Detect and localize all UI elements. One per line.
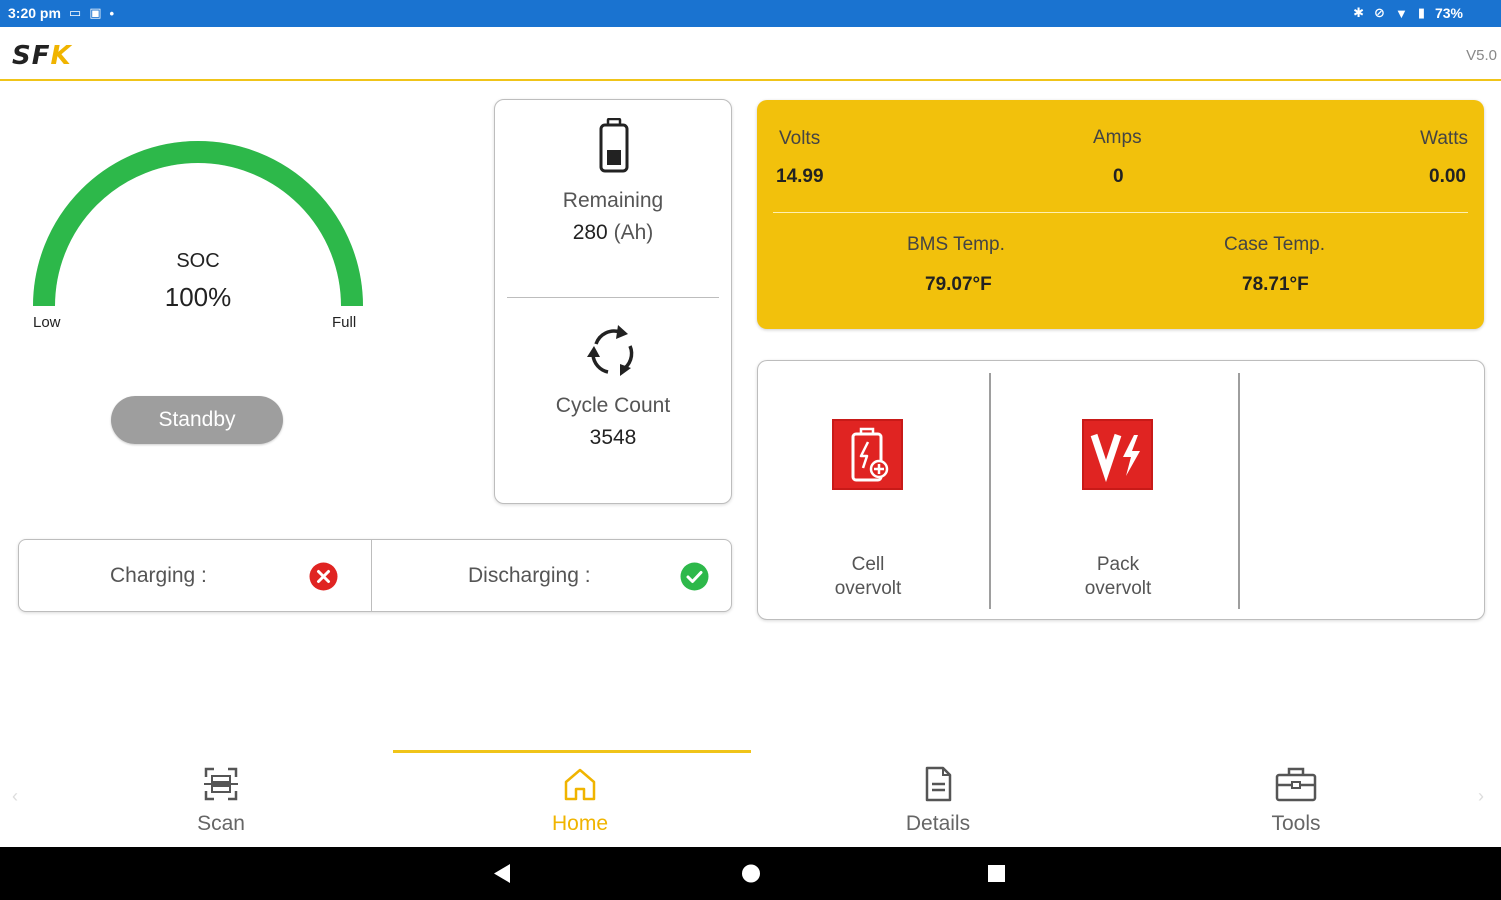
home-circle-icon[interactable] xyxy=(721,847,781,900)
tab-scan-label: Scan xyxy=(197,812,245,835)
cycle-count-label: Cycle Count xyxy=(555,394,671,417)
standby-button[interactable]: Standby xyxy=(111,396,283,444)
discharging-ok-check-icon xyxy=(680,562,709,591)
home-icon xyxy=(564,768,596,801)
wifi-icon: ▼ xyxy=(1394,5,1408,21)
amps-label: Amps xyxy=(1093,127,1142,148)
volts-value: 14.99 xyxy=(776,166,824,187)
charging-label: Charging : xyxy=(110,564,207,587)
tab-tools-label: Tools xyxy=(1271,812,1321,835)
nfc-icon: ⊘ xyxy=(1374,5,1385,20)
remaining-label: Remaining xyxy=(562,189,664,212)
tab-details-label: Details xyxy=(905,812,971,835)
gauge-low-label: Low xyxy=(33,314,61,331)
gauge-full-label: Full xyxy=(332,314,357,331)
remaining-value: 280 (Ah) xyxy=(572,221,654,244)
bluetooth-icon: ✱ xyxy=(1353,5,1365,20)
pack-overvolt-label: Pack overvolt xyxy=(1084,554,1152,599)
nav-scroll-left-icon[interactable]: ‹ xyxy=(12,786,18,807)
amps-value: 0 xyxy=(1113,166,1124,187)
sfk-logo: SFK xyxy=(12,41,72,71)
battery-percent: 73% xyxy=(1434,5,1463,21)
tab-details[interactable]: Details xyxy=(838,765,1038,836)
alarm-divider-1 xyxy=(989,373,991,609)
soc-value: 100% xyxy=(164,282,232,312)
alarms-card: Cell overvolt Pack overvolt xyxy=(757,360,1485,620)
toolbox-icon xyxy=(1275,767,1317,802)
status-bar: 3:20 pm ▭ ▣ • ✱ ⊘ ▼ ▮ 73% xyxy=(0,0,1501,27)
tab-scan[interactable]: Scan xyxy=(121,765,321,836)
battery-status-icon: ▮ xyxy=(1417,5,1425,20)
app-version: V5.0 xyxy=(1466,47,1497,64)
back-icon[interactable] xyxy=(472,847,532,900)
details-icon xyxy=(925,766,952,802)
soc-title: SOC xyxy=(176,250,220,272)
case-temp-value: 78.71°F xyxy=(1242,274,1309,295)
cycle-count-icon xyxy=(587,325,634,376)
tab-home-label: Home xyxy=(551,812,609,835)
discharging-label: Discharging : xyxy=(468,564,591,587)
bms-temp-label: BMS Temp. xyxy=(907,234,1005,255)
watts-label: Watts xyxy=(1420,128,1468,149)
capacity-card: Remaining 280 (Ah) Cycle Count 3548 xyxy=(494,99,732,504)
electrical-metrics-card: Volts 14.99 Amps 0 Watts 0.00 BMS Temp. … xyxy=(757,100,1484,329)
card-divider xyxy=(507,297,719,298)
more-notifications-icon: • xyxy=(109,5,115,21)
charge-status-divider xyxy=(371,540,372,611)
pack-overvolt-icon[interactable] xyxy=(1082,419,1153,490)
notification-icon-2: ▣ xyxy=(89,5,102,20)
cell-overvolt-label: Cell overvolt xyxy=(834,554,902,599)
cell-overvolt-icon[interactable] xyxy=(832,419,903,490)
tab-home[interactable]: Home xyxy=(480,765,680,836)
watts-value: 0.00 xyxy=(1429,166,1466,187)
tab-tools[interactable]: Tools xyxy=(1196,765,1396,836)
cycle-count-value: 3548 xyxy=(589,426,637,449)
app-header: SFK V5.0 xyxy=(0,27,1501,81)
alarm-divider-2 xyxy=(1238,373,1240,609)
system-navigation-bar xyxy=(0,847,1501,900)
case-temp-label: Case Temp. xyxy=(1224,234,1326,255)
soc-gauge: SOC 100% Low Full xyxy=(30,138,366,338)
status-time: 3:20 pm xyxy=(8,5,61,21)
notification-icon: ▭ xyxy=(68,5,82,20)
battery-icon xyxy=(599,118,629,173)
active-tab-indicator xyxy=(393,750,751,753)
charge-status-bar: Charging : Discharging : xyxy=(18,539,732,612)
recents-icon[interactable] xyxy=(967,847,1027,900)
charging-error-x-icon xyxy=(309,562,338,591)
volts-label: Volts xyxy=(779,128,821,149)
metrics-divider xyxy=(773,212,1468,213)
scan-icon xyxy=(204,767,238,801)
bms-temp-value: 79.07°F xyxy=(925,274,992,295)
nav-scroll-right-icon[interactable]: › xyxy=(1478,786,1484,807)
